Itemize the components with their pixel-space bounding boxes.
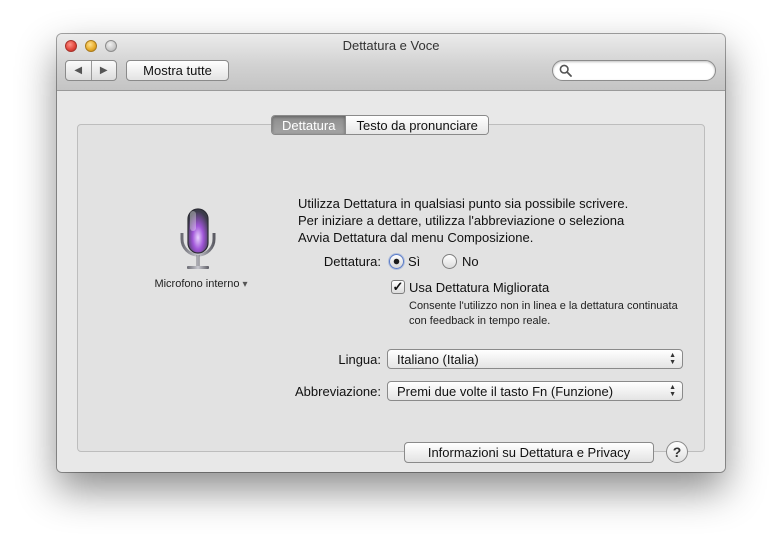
back-button[interactable]: ◀: [66, 61, 91, 80]
microphone-source-label: Microfono interno: [154, 278, 240, 290]
microphone-icon: [180, 208, 216, 269]
question-mark-icon: ?: [672, 444, 682, 460]
dictation-label: Dettatura:: [323, 254, 381, 269]
preferences-window: Dettatura e Voce ◀ ▶ Mostra tutte Microf…: [57, 34, 725, 472]
tab-text-to-speech[interactable]: Testo da pronunciare: [345, 116, 488, 134]
search-icon: [559, 64, 572, 77]
language-select[interactable]: Italiano (Italia) ▲ ▼: [387, 349, 683, 369]
show-all-button[interactable]: Mostra tutte: [126, 60, 229, 81]
title-bar: Dettatura e Voce ◀ ▶ Mostra tutte: [57, 34, 725, 91]
search-field[interactable]: [552, 60, 716, 81]
window-title: Dettatura e Voce: [342, 38, 440, 53]
enhanced-dictation-checkbox[interactable]: ✓: [391, 280, 405, 294]
shortcut-value: Premi due volte il tasto Fn (Funzione): [397, 383, 614, 399]
dictation-on-radio[interactable]: [389, 254, 404, 269]
forward-button[interactable]: ▶: [90, 61, 117, 80]
dictation-intro: Utilizza Dettatura in qualsiasi punto si…: [298, 195, 678, 246]
dictation-on-label[interactable]: Sì: [408, 254, 420, 269]
chevron-down-icon: ▾: [242, 279, 248, 290]
microphone-source-menu[interactable]: Microfono interno ▾: [136, 278, 266, 290]
enhanced-dictation-description: Consente l'utilizzo non in linea e la de…: [409, 300, 678, 327]
search-input[interactable]: [575, 63, 711, 80]
back-forward-control: ◀ ▶: [65, 60, 117, 81]
help-button[interactable]: ?: [666, 441, 688, 463]
tab-dictation[interactable]: Dettatura: [272, 116, 346, 134]
enhanced-dictation-label[interactable]: Usa Dettatura Migliorata: [409, 280, 549, 295]
stepper-arrows-icon: ▲ ▼: [669, 352, 676, 366]
intro-line-2: Per iniziare a dettare, utilizza l'abbre…: [298, 213, 625, 228]
intro-line-3: Avvia Dettatura dal menu Composizione.: [298, 230, 534, 245]
content-area: Microfono interno ▾ Utilizza Dettatura i…: [57, 91, 725, 472]
language-label: Lingua:: [338, 352, 381, 367]
privacy-info-button[interactable]: Informazioni su Dettatura e Privacy: [404, 442, 654, 463]
shortcut-label: Abbreviazione:: [295, 384, 381, 399]
dictation-off-label[interactable]: No: [462, 254, 479, 269]
intro-line-1: Utilizza Dettatura in qualsiasi punto si…: [298, 196, 629, 211]
back-arrow-icon: ◀: [74, 65, 83, 76]
dictation-off-radio[interactable]: [442, 254, 457, 269]
stepper-arrows-icon: ▲ ▼: [669, 384, 676, 398]
tab-panel: Microfono interno ▾ Utilizza Dettatura i…: [77, 124, 705, 463]
forward-arrow-icon: ▶: [99, 65, 108, 76]
shortcut-select[interactable]: Premi due volte il tasto Fn (Funzione) ▲…: [387, 381, 683, 401]
tab-bar: Dettatura Testo da pronunciare: [271, 115, 489, 135]
checkmark-icon: ✓: [392, 279, 404, 294]
language-value: Italiano (Italia): [397, 351, 479, 367]
